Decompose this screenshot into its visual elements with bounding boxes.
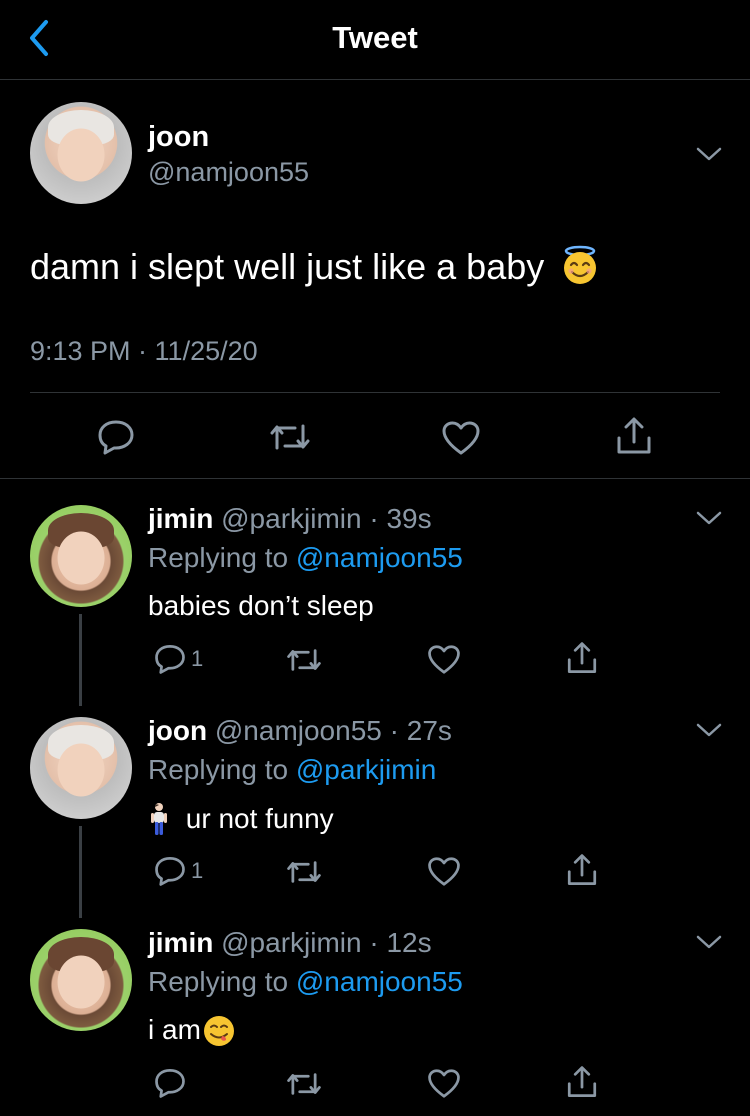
retweet-button[interactable] bbox=[269, 420, 311, 454]
replying-to-label: Replying to bbox=[148, 754, 289, 785]
reply-button[interactable] bbox=[153, 1067, 191, 1099]
top-nav-bar: Tweet bbox=[0, 0, 750, 80]
reply-button[interactable]: 1 bbox=[153, 855, 203, 887]
like-button[interactable] bbox=[427, 644, 461, 675]
reply-text: i am bbox=[148, 1014, 201, 1045]
reply-header: jimin @parkjimin · 12s bbox=[148, 927, 432, 959]
author-name[interactable]: joon bbox=[148, 715, 207, 746]
relative-time: · 39s bbox=[369, 503, 432, 534]
relative-time: · 27s bbox=[389, 715, 452, 746]
author-handle[interactable]: @namjoon55 bbox=[215, 715, 382, 746]
reply-button[interactable] bbox=[96, 418, 136, 456]
share-button[interactable] bbox=[565, 641, 599, 675]
author-handle[interactable]: @namjoon55 bbox=[148, 157, 309, 188]
replying-to-line: Replying to @parkjimin bbox=[148, 754, 436, 786]
retweet-icon bbox=[287, 649, 321, 671]
share-icon bbox=[567, 854, 597, 885]
reply-text-line: i am bbox=[148, 1014, 235, 1047]
thread-line bbox=[79, 614, 82, 706]
reply-icon bbox=[155, 1069, 185, 1098]
heart-icon bbox=[428, 1069, 460, 1098]
page-title: Tweet bbox=[332, 20, 418, 55]
share-button[interactable] bbox=[565, 1065, 599, 1099]
retweet-button[interactable] bbox=[286, 645, 322, 675]
divider bbox=[30, 392, 720, 393]
mention-link[interactable]: @parkjimin bbox=[296, 754, 436, 785]
tweet-text: damn i slept well just like a baby bbox=[30, 245, 600, 288]
share-icon bbox=[567, 642, 597, 673]
reply-icon bbox=[98, 420, 134, 455]
share-icon bbox=[617, 417, 651, 454]
chevron-down-icon[interactable] bbox=[696, 510, 722, 526]
replying-to-line: Replying to @namjoon55 bbox=[148, 542, 463, 574]
heart-icon bbox=[428, 857, 460, 886]
reply-text: babies don’t sleep bbox=[148, 590, 374, 621]
share-icon bbox=[567, 1066, 597, 1097]
author-handle[interactable]: @parkjimin bbox=[221, 927, 361, 958]
chevron-down-icon[interactable] bbox=[696, 934, 722, 950]
replying-to-label: Replying to bbox=[148, 542, 289, 573]
avatar[interactable] bbox=[30, 717, 132, 819]
replying-to-line: Replying to @namjoon55 bbox=[148, 966, 463, 998]
divider bbox=[0, 478, 750, 479]
chevron-down-icon[interactable] bbox=[696, 722, 722, 738]
chevron-down-icon[interactable] bbox=[696, 146, 722, 162]
avatar[interactable] bbox=[30, 505, 132, 607]
mention-link[interactable]: @namjoon55 bbox=[296, 966, 463, 997]
retweet-button[interactable] bbox=[286, 857, 322, 887]
face-savoring-food-icon bbox=[203, 1016, 234, 1046]
reply-icon bbox=[155, 645, 185, 674]
mention-link[interactable]: @namjoon55 bbox=[296, 542, 463, 573]
reply-text-line: ur not funny bbox=[148, 802, 334, 836]
author-name[interactable]: joon bbox=[148, 121, 209, 154]
reply-button[interactable]: 1 bbox=[153, 643, 203, 675]
reply-header: joon @namjoon55 · 27s bbox=[148, 715, 452, 747]
avatar[interactable] bbox=[30, 102, 132, 204]
like-button[interactable] bbox=[441, 420, 481, 456]
retweet-icon bbox=[270, 424, 310, 450]
avatar[interactable] bbox=[30, 929, 132, 1031]
reply-count: 1 bbox=[191, 646, 204, 671]
retweet-button[interactable] bbox=[286, 1069, 322, 1099]
reply-count: 1 bbox=[191, 858, 204, 883]
like-button[interactable] bbox=[427, 856, 461, 887]
reply-icon bbox=[155, 857, 185, 886]
author-name[interactable]: jimin bbox=[148, 927, 213, 958]
tweet-text-content: damn i slept well just like a baby bbox=[30, 246, 545, 287]
relative-time: · 12s bbox=[369, 927, 432, 958]
replying-to-label: Replying to bbox=[148, 966, 289, 997]
retweet-icon bbox=[287, 1073, 321, 1095]
author-name[interactable]: jimin bbox=[148, 503, 213, 534]
reply-header: jimin @parkjimin · 39s bbox=[148, 503, 432, 535]
heart-icon bbox=[442, 421, 480, 455]
tweet-timestamp: 9:13 PM · 11/25/20 bbox=[30, 336, 258, 366]
share-button[interactable] bbox=[614, 416, 654, 456]
author-handle[interactable]: @parkjimin bbox=[221, 503, 361, 534]
thread-line bbox=[79, 826, 82, 918]
like-button[interactable] bbox=[427, 1068, 461, 1099]
share-button[interactable] bbox=[565, 853, 599, 887]
person-standing-icon bbox=[151, 803, 167, 835]
retweet-icon bbox=[287, 861, 321, 883]
smiling-face-with-halo-icon bbox=[564, 245, 597, 284]
reply-text: ur not funny bbox=[185, 803, 334, 834]
heart-icon bbox=[428, 645, 460, 674]
